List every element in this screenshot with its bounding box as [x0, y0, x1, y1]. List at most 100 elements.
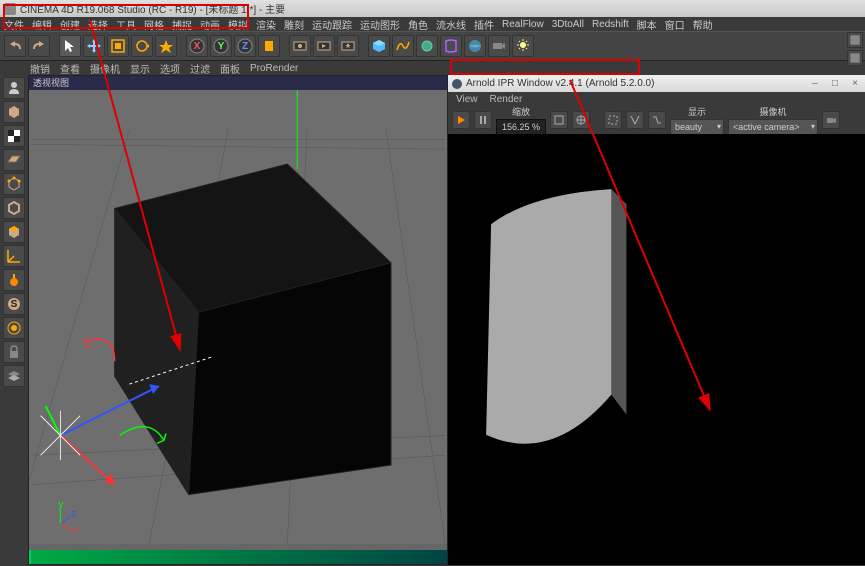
svg-text:Z: Z — [242, 41, 248, 52]
camera-select[interactable]: <active camera> — [728, 119, 818, 135]
tab-filter[interactable]: 过滤 — [190, 61, 210, 76]
menu-mograph[interactable]: 运动图形 — [360, 17, 400, 32]
menu-realflow[interactable]: RealFlow — [502, 19, 544, 30]
polys-mode-button[interactable] — [3, 221, 25, 243]
menu-edit[interactable]: 编辑 — [32, 17, 52, 32]
menu-plugin[interactable]: 插件 — [474, 17, 494, 32]
tab-prorender[interactable]: ProRender — [250, 63, 298, 74]
minimize-button[interactable]: – — [809, 78, 821, 89]
redo-button[interactable] — [28, 35, 50, 57]
lastused-tool[interactable] — [155, 35, 177, 57]
timeline[interactable] — [29, 550, 447, 564]
render-pv-button[interactable] — [313, 35, 335, 57]
rotate-tool[interactable] — [131, 35, 153, 57]
tab-undo[interactable]: 撤销 — [30, 61, 50, 76]
tab-camera[interactable]: 摄像机 — [90, 61, 120, 76]
menu-create[interactable]: 创建 — [60, 17, 80, 32]
tab-options[interactable]: 选项 — [160, 61, 180, 76]
environment-button[interactable] — [464, 35, 486, 57]
model-mode-button[interactable] — [3, 77, 25, 99]
render-view-button[interactable] — [289, 35, 311, 57]
menu-char[interactable]: 角色 — [408, 17, 428, 32]
menu-render[interactable]: 渲染 — [256, 17, 276, 32]
zoom-1to1-button[interactable] — [572, 111, 590, 129]
menu-help[interactable]: 帮助 — [693, 17, 713, 32]
maximize-button[interactable]: □ — [829, 78, 841, 89]
camera-icon-button[interactable] — [822, 111, 840, 129]
scale-label: 缩放 — [512, 105, 530, 118]
close-button[interactable]: × — [849, 78, 861, 89]
layer-button[interactable] — [3, 365, 25, 387]
menu-redshift[interactable]: Redshift — [592, 19, 629, 30]
viewport-tabs: 撤销 查看 摄像机 显示 选项 过滤 面板 ProRender — [0, 61, 865, 75]
svg-text:x: x — [73, 525, 78, 536]
display-label: 显示 — [688, 105, 706, 118]
menu-anim[interactable]: 动画 — [200, 17, 220, 32]
edges-mode-button[interactable] — [3, 197, 25, 219]
texture-mode-button[interactable] — [3, 125, 25, 147]
viewport-canvas[interactable]: y x z — [29, 90, 447, 544]
app-title: CINEMA 4D R19.068 Studio (RC - R19) - [未… — [20, 1, 285, 16]
snapshot-button[interactable] — [648, 111, 666, 129]
object-mode-button[interactable] — [3, 101, 25, 123]
generator-button[interactable] — [416, 35, 438, 57]
menu-bar: 文件 编辑 创建 选择 工具 网格 捕捉 动画 模拟 渲染 雕刻 运动跟踪 运动… — [0, 17, 865, 31]
move-tool[interactable] — [83, 35, 105, 57]
menu-file[interactable]: 文件 — [4, 17, 24, 32]
pause-button[interactable] — [474, 111, 492, 129]
left-toolbar: S — [0, 75, 28, 565]
ipr-render-view[interactable] — [448, 134, 865, 565]
x-axis-button[interactable]: X — [186, 35, 208, 57]
main-area: S 透视视图 — [0, 75, 865, 565]
axis-button[interactable] — [3, 245, 25, 267]
play-button[interactable] — [452, 111, 470, 129]
scale-field[interactable]: 156.25 % — [496, 119, 546, 135]
undo-button[interactable] — [4, 35, 26, 57]
menu-sim[interactable]: 模拟 — [228, 17, 248, 32]
tab-view[interactable]: 查看 — [60, 61, 80, 76]
deformer-button[interactable] — [440, 35, 462, 57]
menu-snap[interactable]: 捕捉 — [172, 17, 192, 32]
tab-panel[interactable]: 面板 — [220, 61, 240, 76]
region-button[interactable] — [604, 111, 622, 129]
viewport-solo-button[interactable] — [3, 269, 25, 291]
zoom-fit-button[interactable] — [550, 111, 568, 129]
snap-toggle-button[interactable]: S — [3, 293, 25, 315]
tab-display[interactable]: 显示 — [130, 61, 150, 76]
menu-pipe[interactable]: 流水线 — [436, 17, 466, 32]
cube-primitive-button[interactable] — [368, 35, 390, 57]
svg-text:z: z — [71, 508, 76, 519]
menu-mesh[interactable]: 网格 — [144, 17, 164, 32]
select-tool[interactable] — [59, 35, 81, 57]
menu-sculpt[interactable]: 雕刻 — [284, 17, 304, 32]
points-mode-button[interactable] — [3, 173, 25, 195]
menu-3dtoall[interactable]: 3DtoAll — [552, 19, 584, 30]
lock-button[interactable] — [3, 341, 25, 363]
display-select[interactable]: beauty — [670, 119, 724, 135]
menu-window[interactable]: 窗口 — [665, 17, 685, 32]
crop-button[interactable] — [626, 111, 644, 129]
svg-text:Y: Y — [218, 41, 225, 52]
ipr-menu-render[interactable]: Render — [490, 94, 523, 105]
rendered-cube-face — [486, 189, 611, 444]
y-axis-button[interactable]: Y — [210, 35, 232, 57]
light-button[interactable] — [512, 35, 534, 57]
spline-button[interactable] — [392, 35, 414, 57]
z-axis-button[interactable]: Z — [234, 35, 256, 57]
viewport-perspective[interactable]: 透视视图 — [28, 75, 448, 565]
right-tool-2[interactable] — [847, 50, 863, 66]
workplane-button[interactable] — [3, 149, 25, 171]
menu-track[interactable]: 运动跟踪 — [312, 17, 352, 32]
soft-select-button[interactable] — [3, 317, 25, 339]
viewport-title: 透视视图 — [29, 76, 447, 90]
title-bar: CINEMA 4D R19.068 Studio (RC - R19) - [未… — [0, 0, 865, 17]
menu-script[interactable]: 脚本 — [637, 17, 657, 32]
right-tool-1[interactable] — [847, 32, 863, 48]
camera-button[interactable] — [488, 35, 510, 57]
coord-sys-button[interactable] — [258, 35, 280, 57]
scale-tool[interactable] — [107, 35, 129, 57]
ipr-menu-view[interactable]: View — [456, 94, 478, 105]
render-settings-button[interactable] — [337, 35, 359, 57]
menu-select[interactable]: 选择 — [88, 17, 108, 32]
menu-tools[interactable]: 工具 — [116, 17, 136, 32]
